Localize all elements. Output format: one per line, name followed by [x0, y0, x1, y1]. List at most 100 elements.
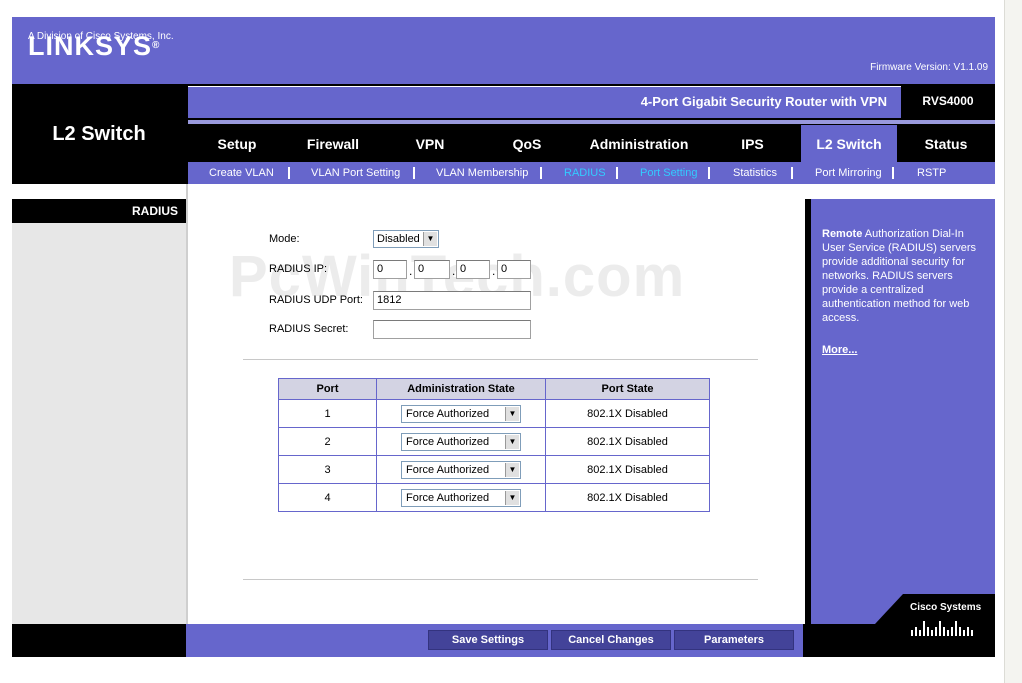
linksys-logo: LINKSYS® A Division of Cisco Systems, In… [28, 31, 174, 61]
port-table: Port Administration State Port State 1 F… [278, 378, 710, 512]
subtab-separator [708, 167, 710, 179]
subtab-radius[interactable]: RADIUS [564, 162, 606, 184]
admin-state-select[interactable]: Force Authorized ▼ [401, 404, 521, 423]
help-text-body: Authorization Dial-In User Service (RADI… [822, 228, 977, 324]
admin-state-cell: Force Authorized ▼ [376, 455, 546, 484]
admin-state-value: Force Authorized [406, 463, 490, 476]
subtab-port-mirroring[interactable]: Port Mirroring [815, 162, 882, 184]
header-bar: LINKSYS® A Division of Cisco Systems, In… [12, 17, 995, 84]
divider [243, 359, 758, 360]
vertical-scrollbar[interactable] [1004, 0, 1022, 683]
port-number: 1 [278, 399, 377, 428]
admin-state-cell: Force Authorized ▼ [376, 399, 546, 428]
admin-state-select[interactable]: Force Authorized ▼ [401, 460, 521, 479]
radius-port-label: RADIUS UDP Port: [269, 294, 363, 306]
sub-tabs: Create VLAN VLAN Port Setting VLAN Membe… [188, 162, 995, 184]
save-settings-button[interactable]: Save Settings [428, 630, 548, 650]
tab-l2-switch[interactable]: L2 Switch [801, 125, 897, 162]
header-port: Port [278, 378, 377, 400]
cancel-changes-button[interactable]: Cancel Changes [551, 630, 671, 650]
port-state: 802.1X Disabled [545, 455, 710, 484]
tab-status[interactable]: Status [897, 125, 995, 162]
admin-state-select[interactable]: Force Authorized ▼ [401, 432, 521, 451]
tab-setup[interactable]: Setup [188, 125, 286, 162]
radius-ip-label: RADIUS IP: [269, 263, 328, 275]
port-state: 802.1X Disabled [545, 427, 710, 456]
cisco-logo-icon [911, 621, 973, 636]
divider [243, 579, 758, 580]
subtab-create-vlan[interactable]: Create VLAN [209, 162, 274, 184]
product-name: 4-Port Gigabit Security Router with VPN [188, 86, 901, 118]
radius-ip-octet-4[interactable]: 0 [497, 260, 531, 279]
footer-left [12, 624, 186, 657]
help-more-link[interactable]: More... [822, 344, 857, 356]
radius-port-input[interactable]: 1812 [373, 291, 531, 310]
tab-administration[interactable]: Administration [574, 125, 704, 162]
port-number: 3 [278, 455, 377, 484]
firmware-version: Firmware Version: V1.1.09 [870, 62, 988, 73]
radius-ip-octet-1[interactable]: 0 [373, 260, 407, 279]
port-number: 4 [278, 483, 377, 512]
table-header-row: Port Administration State Port State [278, 378, 710, 400]
table-row: 2 Force Authorized ▼ 802.1X Disabled [278, 427, 710, 456]
parameters-button[interactable]: Parameters [674, 630, 794, 650]
subtab-rstp[interactable]: RSTP [917, 162, 946, 184]
model-name: RVS4000 [901, 86, 995, 118]
chevron-down-icon: ▼ [423, 232, 437, 246]
admin-state-select[interactable]: Force Authorized ▼ [401, 488, 521, 507]
port-state: 802.1X Disabled [545, 483, 710, 512]
radius-secret-input[interactable] [373, 320, 531, 339]
radius-ip-octet-3[interactable]: 0 [456, 260, 490, 279]
radius-ip-octet-2[interactable]: 0 [414, 260, 450, 279]
radius-secret-label: RADIUS Secret: [269, 323, 349, 335]
tab-vpn[interactable]: VPN [380, 125, 480, 162]
chevron-down-icon: ▼ [505, 490, 519, 505]
cisco-logo-text: Cisco Systems [910, 602, 982, 613]
subtab-vlan-port-setting[interactable]: VLAN Port Setting [311, 162, 400, 184]
subtab-statistics[interactable]: Statistics [733, 162, 777, 184]
chevron-down-icon: ▼ [505, 462, 519, 477]
subtab-separator [413, 167, 415, 179]
mode-select-value: Disabled [377, 233, 420, 245]
subtab-separator [791, 167, 793, 179]
mode-select[interactable]: Disabled ▼ [373, 230, 439, 248]
subtab-vlan-membership[interactable]: VLAN Membership [436, 162, 528, 184]
brand-subtitle: A Division of Cisco Systems, Inc. [28, 31, 174, 42]
browser-frame: LINKSYS® A Division of Cisco Systems, In… [0, 0, 1022, 683]
subtab-separator [540, 167, 542, 179]
admin-state-value: Force Authorized [406, 435, 490, 448]
help-text-bold: Remote [822, 228, 863, 240]
ip-dot: . [452, 264, 456, 278]
header-admin-state: Administration State [376, 378, 546, 400]
nav-divider [188, 120, 995, 124]
subtab-separator [892, 167, 894, 179]
ip-dot: . [409, 264, 413, 278]
port-number: 2 [278, 427, 377, 456]
ip-dot: . [492, 264, 496, 278]
table-row: 4 Force Authorized ▼ 802.1X Disabled [278, 483, 710, 512]
admin-state-cell: Force Authorized ▼ [376, 427, 546, 456]
table-row: 3 Force Authorized ▼ 802.1X Disabled [278, 455, 710, 484]
subtab-port-setting[interactable]: Port Setting [640, 162, 697, 184]
help-text: Remote Authorization Dial-In User Servic… [822, 227, 984, 325]
subtab-separator [616, 167, 618, 179]
admin-state-value: Force Authorized [406, 491, 490, 504]
left-spacer [12, 184, 186, 199]
subtab-separator [288, 167, 290, 179]
tab-ips[interactable]: IPS [704, 125, 801, 162]
main-tabs: Setup Firewall VPN QoS Administration IP… [188, 125, 995, 162]
chevron-down-icon: ▼ [505, 434, 519, 449]
table-row: 1 Force Authorized ▼ 802.1X Disabled [278, 399, 710, 428]
tab-firewall[interactable]: Firewall [286, 125, 380, 162]
admin-state-value: Force Authorized [406, 407, 490, 420]
section-title: L2 Switch [52, 123, 146, 145]
mode-label: Mode: [269, 233, 300, 245]
admin-state-cell: Force Authorized ▼ [376, 483, 546, 512]
port-state: 802.1X Disabled [545, 399, 710, 428]
header-port-state: Port State [545, 378, 710, 400]
chevron-down-icon: ▼ [505, 406, 519, 421]
router-page: LINKSYS® A Division of Cisco Systems, In… [12, 17, 995, 657]
left-column [12, 199, 186, 624]
tab-qos[interactable]: QoS [480, 125, 574, 162]
left-section-label: RADIUS [12, 199, 186, 223]
